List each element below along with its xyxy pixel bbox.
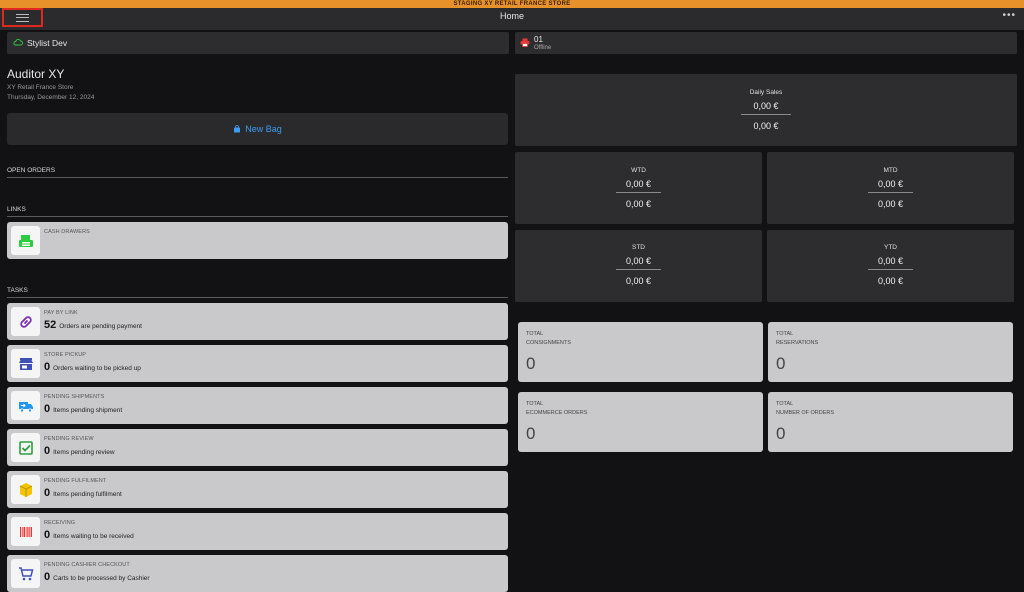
task-title: RECEIVING: [44, 520, 76, 526]
store-icon: [18, 357, 33, 370]
menu-button[interactable]: [2, 8, 43, 27]
barcode-icon: [19, 526, 32, 537]
environment-banner: STAGING XY RETAIL FRANCE STORE: [0, 0, 1024, 8]
total-reservations-card[interactable]: TOTAL RESERVATIONS 0: [768, 322, 1013, 382]
task-description: Items pending review: [53, 449, 115, 456]
checkbox-icon: [18, 440, 33, 455]
total-label-line1: TOTAL: [526, 331, 544, 337]
user-store: XY Retail France Store: [7, 84, 74, 91]
task-title: PENDING CASHIER CHECKOUT: [44, 562, 130, 568]
task-description: Orders waiting to be picked up: [53, 365, 141, 372]
link-icon: [19, 315, 32, 328]
task-pending-fulfilment[interactable]: PENDING FULFILMENT 0 Items pending fulfil…: [7, 471, 508, 508]
task-count: 0: [44, 445, 51, 457]
sales-value-primary: 0,00 €: [741, 101, 791, 115]
total-value: 0: [526, 354, 536, 373]
link-title: CASH DRAWERS: [44, 229, 90, 235]
mtd-sales-panel: MTD 0,00 € 0,00 €: [767, 152, 1014, 224]
wtd-sales-panel: WTD 0,00 € 0,00 €: [515, 152, 762, 224]
task-title: PENDING FULFILMENT: [44, 478, 107, 484]
task-pending-review[interactable]: PENDING REVIEW 0 Items pending review: [7, 429, 508, 466]
link-cash-drawers[interactable]: CASH DRAWERS: [7, 222, 508, 259]
task-description: Items pending shipment: [53, 407, 123, 414]
new-bag-label: New Bag: [245, 124, 282, 134]
task-description: Items waiting to be received: [53, 533, 134, 540]
total-label-line2: NUMBER OF ORDERS: [776, 410, 835, 416]
task-pending-shipments[interactable]: PENDING SHIPMENTS 0 Items pending shipmen…: [7, 387, 508, 424]
task-count: 0: [44, 403, 51, 415]
total-ecommerce-orders-card[interactable]: TOTAL ECOMMERCE ORDERS 0: [518, 392, 763, 452]
total-label-line1: TOTAL: [526, 401, 544, 407]
open-orders-heading: OPEN ORDERS: [7, 167, 508, 178]
daily-sales-panel: Daily Sales 0,00 € 0,00 €: [515, 74, 1017, 146]
task-title: PAY BY LINK: [44, 310, 78, 316]
total-value: 0: [776, 424, 786, 443]
total-label-line1: TOTAL: [776, 401, 794, 407]
sales-value-secondary: 0,00 €: [877, 276, 904, 286]
stylist-selector[interactable]: Stylist Dev: [7, 32, 509, 54]
total-consignments-card[interactable]: TOTAL CONSIGNMENTS 0: [518, 322, 763, 382]
total-label-line1: TOTAL: [776, 331, 794, 337]
cash-register-icon: [18, 234, 33, 247]
total-value: 0: [526, 424, 536, 443]
sales-value-secondary: 0,00 €: [625, 199, 652, 209]
task-count: 0: [44, 571, 51, 583]
task-pay-by-link[interactable]: PAY BY LINK 52 Orders are pending payment: [7, 303, 508, 340]
printer-icon: [520, 38, 530, 47]
bag-icon: [234, 125, 241, 133]
more-horizontal-icon[interactable]: •••: [1002, 11, 1016, 21]
task-title: PENDING REVIEW: [44, 436, 94, 442]
task-count: 52: [44, 319, 57, 331]
sales-label: MTD: [883, 167, 898, 174]
printer-status-text: Offline: [534, 45, 552, 51]
total-value: 0: [776, 354, 786, 373]
total-label-line2: RESERVATIONS: [776, 340, 819, 346]
page-title: Home: [499, 11, 524, 21]
sales-value-primary: 0,00 €: [616, 179, 661, 193]
task-count: 0: [44, 361, 51, 373]
sales-value-primary: 0,00 €: [868, 179, 913, 193]
std-sales-panel: STD 0,00 € 0,00 €: [515, 230, 762, 302]
total-number-of-orders-card[interactable]: TOTAL NUMBER OF ORDERS 0: [768, 392, 1013, 452]
sales-value-primary: 0,00 €: [868, 256, 913, 270]
hamburger-icon: [16, 13, 29, 22]
total-label-line2: ECOMMERCE ORDERS: [526, 410, 588, 416]
sales-value-secondary: 0,00 €: [877, 199, 904, 209]
printer-status[interactable]: 01 Offline: [515, 32, 1017, 54]
truck-icon: [18, 401, 33, 412]
sales-value-primary: 0,00 €: [616, 256, 661, 270]
sales-label: YTD: [884, 244, 897, 251]
total-label-line2: CONSIGNMENTS: [526, 340, 571, 346]
task-count: 0: [44, 529, 51, 541]
cart-icon: [18, 566, 33, 580]
task-receiving[interactable]: RECEIVING 0 Items waiting to be received: [7, 513, 508, 550]
cloud-icon: [13, 39, 23, 46]
task-count: 0: [44, 487, 51, 499]
package-icon: [19, 482, 32, 497]
sales-label: STD: [632, 244, 645, 251]
top-bar: Home •••: [0, 8, 1024, 30]
user-name: Auditor XY: [7, 67, 65, 81]
task-description: Items pending fulfilment: [53, 491, 122, 498]
sales-label: Daily Sales: [749, 89, 783, 96]
stylist-name: Stylist Dev: [27, 38, 68, 48]
sales-value-secondary: 0,00 €: [753, 121, 779, 131]
task-title: PENDING SHIPMENTS: [44, 394, 105, 400]
links-heading: LINKS: [7, 206, 508, 217]
printer-number: 01: [534, 35, 543, 44]
task-description: Orders are pending payment: [59, 323, 142, 330]
tasks-heading: TASKS: [7, 287, 508, 298]
task-description: Carts to be processed by Cashier: [53, 575, 150, 582]
current-date: Thursday, December 12, 2024: [7, 94, 95, 101]
sales-value-secondary: 0,00 €: [625, 276, 652, 286]
new-bag-button[interactable]: New Bag: [7, 113, 508, 145]
ytd-sales-panel: YTD 0,00 € 0,00 €: [767, 230, 1014, 302]
sales-label: WTD: [631, 167, 646, 174]
task-store-pickup[interactable]: STORE PICKUP 0 Orders waiting to be picke…: [7, 345, 508, 382]
task-pending-cashier-checkout[interactable]: PENDING CASHIER CHECKOUT 0 Carts to be pr…: [7, 555, 508, 592]
task-title: STORE PICKUP: [44, 352, 87, 358]
